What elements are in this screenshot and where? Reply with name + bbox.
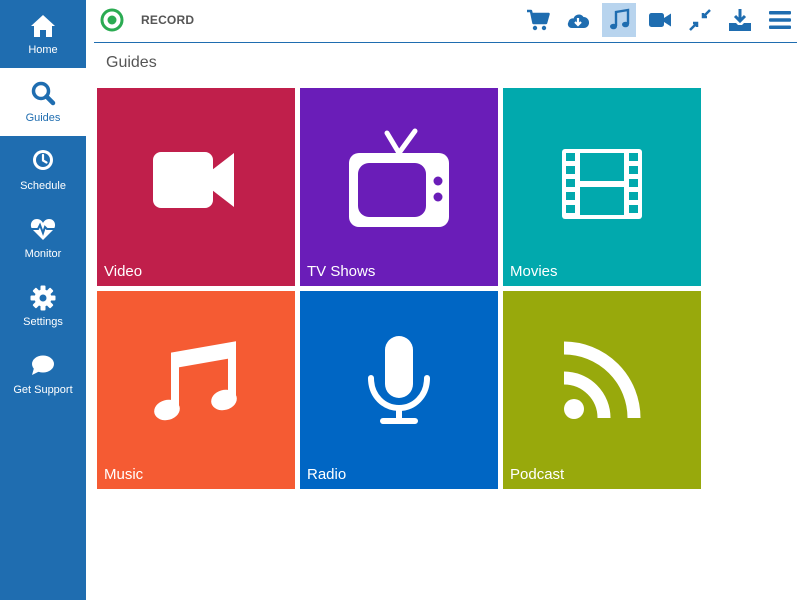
tile-label: TV Shows xyxy=(307,263,376,280)
record-logo-icon xyxy=(100,8,124,32)
microphone-icon xyxy=(368,336,430,424)
sidebar-item-monitor[interactable]: Monitor xyxy=(0,204,86,272)
tile-label: Video xyxy=(104,263,143,280)
download-button[interactable] xyxy=(723,3,757,37)
sidebar-item-label: Schedule xyxy=(20,180,66,192)
clock-icon xyxy=(33,150,53,170)
music-note-icon xyxy=(610,8,630,30)
sidebar-item-get-support[interactable]: Get Support xyxy=(0,340,86,408)
tile-label: Radio xyxy=(307,466,347,483)
tile-tv-shows[interactable]: TV Shows xyxy=(300,88,498,286)
sidebar-item-settings[interactable]: Settings xyxy=(0,272,86,340)
home-icon xyxy=(31,15,55,37)
video-camera-icon xyxy=(649,13,671,27)
tile-music[interactable]: Music xyxy=(97,291,295,489)
search-icon xyxy=(31,81,56,106)
sidebar-item-label: Guides xyxy=(25,112,61,124)
tile-video[interactable]: Video xyxy=(97,88,295,286)
cart-button[interactable] xyxy=(521,3,555,37)
gear-icon xyxy=(30,285,56,311)
menu-icon xyxy=(769,11,791,29)
tile-radio[interactable]: Radio xyxy=(300,291,498,489)
chat-bubble-icon xyxy=(32,355,54,375)
app-title: RECORD xyxy=(141,13,195,27)
sidebar-item-home[interactable]: Home xyxy=(0,0,86,68)
cloud-download-icon xyxy=(567,14,590,28)
sidebar: Home Guides Schedule Monitor Settings Ge… xyxy=(0,0,86,600)
tile-label: Movies xyxy=(510,263,558,280)
download-tray-icon xyxy=(729,9,751,31)
video-button[interactable] xyxy=(643,3,677,37)
film-strip-icon xyxy=(562,149,642,219)
music-button[interactable] xyxy=(602,3,636,37)
page-title: Guides xyxy=(106,54,157,71)
rss-icon xyxy=(563,341,641,419)
cart-icon xyxy=(527,9,550,31)
video-camera-icon xyxy=(153,152,234,208)
sidebar-item-label: Settings xyxy=(23,316,63,328)
menu-button[interactable] xyxy=(763,3,797,37)
sidebar-item-schedule[interactable]: Schedule xyxy=(0,136,86,204)
top-bar: RECORD xyxy=(94,0,797,43)
sidebar-item-label: Monitor xyxy=(24,248,62,260)
heartbeat-icon xyxy=(30,219,56,240)
tv-icon xyxy=(349,128,449,227)
cloud-download-button[interactable] xyxy=(561,3,595,37)
sidebar-item-guides[interactable]: Guides xyxy=(0,68,86,136)
tile-label: Music xyxy=(104,466,144,483)
compress-button[interactable] xyxy=(683,3,717,37)
compress-icon xyxy=(689,9,711,31)
tile-podcast[interactable]: Podcast xyxy=(503,291,701,489)
tile-label: Podcast xyxy=(510,466,565,483)
music-notes-icon xyxy=(154,341,237,421)
tile-movies[interactable]: Movies xyxy=(503,88,701,286)
sidebar-item-label: Get Support xyxy=(13,384,73,396)
sidebar-item-label: Home xyxy=(28,44,58,56)
